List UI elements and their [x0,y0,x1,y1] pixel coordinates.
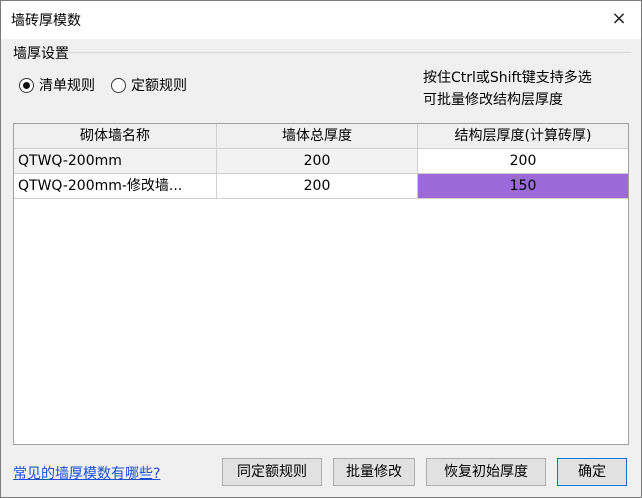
title-bar: 墙砖厚模数 × [1,1,641,39]
radio-button-checked[interactable] [19,77,34,93]
multi-select-hint: 按住Ctrl或Shift键支持多选 可批量修改结构层厚度 [423,67,592,111]
wall-name-cell[interactable]: QTWQ-200mm [14,149,217,174]
group-divider [65,52,631,53]
radio-label: 清单规则 [39,78,95,94]
radio-button-unchecked[interactable] [111,77,126,93]
column-header-total-thickness[interactable]: 墙体总厚度 [217,124,418,149]
dialog-title: 墙砖厚模数 [11,13,81,29]
same-as-quota-button[interactable]: 同定额规则 [222,458,322,486]
close-icon[interactable]: × [597,1,641,39]
restore-initial-button[interactable]: 恢复初始厚度 [426,458,546,486]
column-header-structure-thickness[interactable]: 结构层厚度(计算砖厚) [418,124,628,149]
wall-thickness-dialog: 墙砖厚模数 × 墙厚设置 清单规则 定额规则 按住Ctrl或Shift键支持多选… [0,0,642,498]
radio-quota-rule[interactable]: 定额规则 [111,75,187,95]
structure-thickness-cell[interactable]: 200 [418,149,628,174]
total-thickness-cell[interactable]: 200 [217,149,418,174]
radio-label: 定额规则 [131,78,187,94]
column-header-wall-name[interactable]: 砌体墙名称 [14,124,217,149]
total-thickness-cell[interactable]: 200 [217,174,418,199]
structure-thickness-cell-selected[interactable]: 150 [418,174,628,199]
group-title: 墙厚设置 [13,46,69,62]
table-row[interactable]: QTWQ-200mm 200 200 [14,149,628,174]
table-header-row: 砌体墙名称 墙体总厚度 结构层厚度(计算砖厚) [14,124,628,149]
wall-name-cell[interactable]: QTWQ-200mm-修改墙... [14,174,217,199]
ok-button[interactable]: 确定 [557,458,627,486]
hint-line-2: 可批量修改结构层厚度 [423,92,563,108]
wall-thickness-table: 砌体墙名称 墙体总厚度 结构层厚度(计算砖厚) QTWQ-200mm 200 2… [13,123,629,445]
hint-line-1: 按住Ctrl或Shift键支持多选 [423,70,592,86]
radio-bill-rule[interactable]: 清单规则 [19,75,95,95]
rule-radio-group: 清单规则 定额规则 [19,75,203,95]
help-link[interactable]: 常见的墙厚模数有哪些? [13,463,160,483]
batch-modify-button[interactable]: 批量修改 [333,458,415,486]
table-row[interactable]: QTWQ-200mm-修改墙... 200 150 [14,174,628,199]
